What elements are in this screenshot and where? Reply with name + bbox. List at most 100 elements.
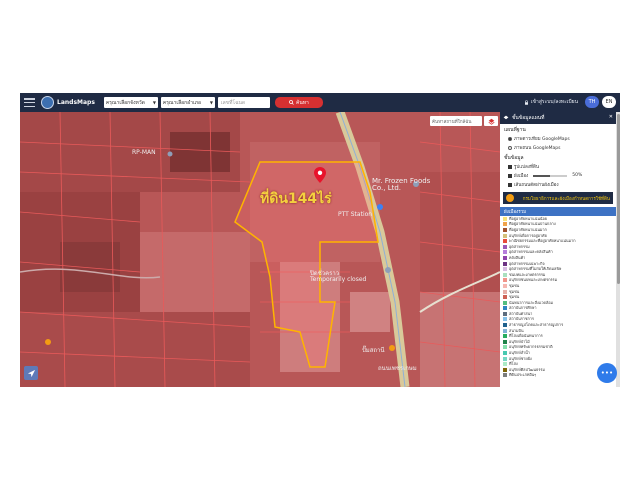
layers-section-title: ชั้นข้อมูล xyxy=(504,155,524,161)
checkbox-checked-icon[interactable] xyxy=(508,173,512,178)
place-marker[interactable] xyxy=(389,345,395,351)
chevron-down-icon: ▼ xyxy=(209,100,213,105)
place-marker[interactable] xyxy=(167,151,173,157)
panel-scrollbar[interactable] xyxy=(616,112,620,387)
checkbox-checked-icon[interactable] xyxy=(508,182,512,187)
place-label: Mr. Frozen Foods Co., Ltd. xyxy=(372,177,431,192)
lang-th-button[interactable]: TH xyxy=(585,96,599,108)
opacity-slider[interactable] xyxy=(533,174,568,177)
district-select[interactable]: ครุณาเลือกอำเภอ ▼ xyxy=(160,97,215,108)
layers-panel-header: ชั้นข้อมูลแผนที่ ✕ xyxy=(500,112,616,124)
legend-swatch xyxy=(503,328,507,333)
parcel-number-input[interactable]: เลขที่โฉนด xyxy=(217,97,270,108)
province-select[interactable]: ครุณาเลือกจังหวัด ▼ xyxy=(103,97,158,108)
menu-icon[interactable] xyxy=(24,98,35,107)
gas-station-marker[interactable] xyxy=(377,204,383,210)
opacity-value: 50% xyxy=(572,173,583,178)
layers-panel-title: ชั้นข้อมูลแผนที่ xyxy=(512,115,545,121)
login-link-label: เข้าสู่ระบบ/ลงทะเบียน xyxy=(530,99,578,105)
basemap-option-label: ภาพดาวเทียม GoogleMaps xyxy=(514,137,570,142)
chevron-down-icon: ▼ xyxy=(152,100,156,105)
district-select-value: ครุณาเลือกอำเภอ xyxy=(162,99,202,106)
legend-list: ที่อยู่อาศัยหนาแน่นน้อย ที่อยู่อาศัยหนาแน… xyxy=(500,216,616,378)
place-marker[interactable] xyxy=(45,339,51,345)
layer-option[interactable]: เส้นถนนตัดผ่านผังเมือง xyxy=(500,180,616,189)
layer-option-label: รูปแปลงที่ดิน xyxy=(514,165,539,170)
basemap-option[interactable]: ภาพถนน GoogleMaps xyxy=(500,143,616,152)
lock-icon xyxy=(524,99,528,105)
legend-swatch xyxy=(503,356,507,361)
parcel-size-label: ที่ดิน144ไร่ xyxy=(260,191,332,207)
search-button[interactable]: ค้นหา xyxy=(274,97,323,108)
top-navbar: LandsMaps ครุณาเลือกจังหวัด ▼ ครุณาเลือก… xyxy=(20,93,620,112)
search-icon xyxy=(289,100,294,105)
legend-swatch xyxy=(503,289,507,294)
brand-logo-icon xyxy=(41,96,54,109)
layers-panel: ชั้นข้อมูลแผนที่ ✕ แผนที่ฐาน ภาพดาวเทียม… xyxy=(500,112,616,387)
legend-swatch xyxy=(503,306,507,311)
close-icon[interactable]: ✕ xyxy=(609,114,613,120)
legend-swatch xyxy=(503,267,507,272)
legend-swatch xyxy=(503,227,507,232)
legend-swatch xyxy=(503,362,507,367)
legend-swatch xyxy=(503,345,507,350)
legend-swatch xyxy=(503,283,507,288)
locate-icon xyxy=(27,369,35,377)
legend-swatch xyxy=(503,323,507,328)
layer-option-label: ผังเมือง xyxy=(514,174,529,179)
place-marker[interactable] xyxy=(385,267,391,273)
map-place-search-input[interactable]: ค้นหาสถานที่ใกล้ฉัน xyxy=(430,116,482,126)
legend-swatch xyxy=(503,244,507,249)
search-button-label: ค้นหา xyxy=(295,99,309,106)
layers-icon xyxy=(487,118,495,125)
login-link[interactable]: เข้าสู่ระบบ/ลงทะเบียน xyxy=(524,98,578,106)
legend-swatch xyxy=(503,216,507,221)
legend-swatch xyxy=(503,261,507,266)
legend-swatch xyxy=(503,272,507,277)
place-label: ปั๊มสถานี xyxy=(362,347,385,354)
basemap-section-title: แผนที่ฐาน xyxy=(504,127,526,133)
layer-option[interactable]: รูปแปลงที่ดิน xyxy=(500,162,616,171)
legend-title: ผังเมืองรวม xyxy=(500,207,616,216)
road-label: ถนนเพชรเกษม xyxy=(378,365,417,372)
legend-swatch xyxy=(503,278,507,283)
checkbox-checked-icon[interactable] xyxy=(508,164,512,169)
layers-icon xyxy=(503,115,509,120)
legend-swatch xyxy=(503,311,507,316)
basemap-option[interactable]: ภาพดาวเทียม GoogleMaps xyxy=(500,134,616,143)
legend-swatch xyxy=(503,339,507,344)
legend-swatch xyxy=(503,222,507,227)
dpt-banner-text: กรมโยธาธิการและผังเมืองกำหนดการใช้ที่ดิน xyxy=(522,196,610,202)
location-pin-icon[interactable] xyxy=(314,167,326,183)
radio-icon[interactable] xyxy=(508,145,512,150)
place-label: PTT Station xyxy=(338,211,373,218)
basemap-option-label: ภาพถนน GoogleMaps xyxy=(514,146,561,151)
locate-me-button[interactable] xyxy=(24,366,38,380)
radio-selected-icon[interactable] xyxy=(508,136,512,141)
place-label: RP-MAN xyxy=(132,149,156,156)
legend-swatch xyxy=(503,334,507,339)
legend-swatch xyxy=(503,373,507,378)
layer-option[interactable]: ผังเมือง 50% xyxy=(500,171,616,180)
legend-swatch xyxy=(503,300,507,305)
brand-name: LandsMaps xyxy=(57,99,95,106)
lang-en-button[interactable]: EN xyxy=(602,96,616,108)
dpt-logo-icon xyxy=(506,194,514,202)
legend-swatch xyxy=(503,351,507,356)
legend-swatch xyxy=(503,295,507,300)
legend-label: ที่ดินประเภทอื่นๆ xyxy=(509,372,537,378)
layers-toggle-button[interactable] xyxy=(484,116,498,126)
legend-swatch xyxy=(503,317,507,322)
province-select-value: ครุณาเลือกจังหวัด xyxy=(105,99,145,106)
legend-swatch xyxy=(503,255,507,260)
legend-swatch xyxy=(503,239,507,244)
layer-option-label: เส้นถนนตัดผ่านผังเมือง xyxy=(514,183,559,188)
legend-swatch xyxy=(503,367,507,372)
legend-swatch xyxy=(503,233,507,238)
place-label: ปิดชั่วคราว xyxy=(310,270,340,277)
more-button[interactable]: ••• xyxy=(597,363,617,383)
top-right-controls: เข้าสู่ระบบ/ลงทะเบียน TH EN xyxy=(524,96,616,108)
app-frame: LandsMaps ครุณาเลือกจังหวัด ▼ ครุณาเลือก… xyxy=(20,93,620,387)
legend-swatch xyxy=(503,250,507,255)
dpt-banner[interactable]: กรมโยธาธิการและผังเมืองกำหนดการใช้ที่ดิน xyxy=(503,192,613,204)
